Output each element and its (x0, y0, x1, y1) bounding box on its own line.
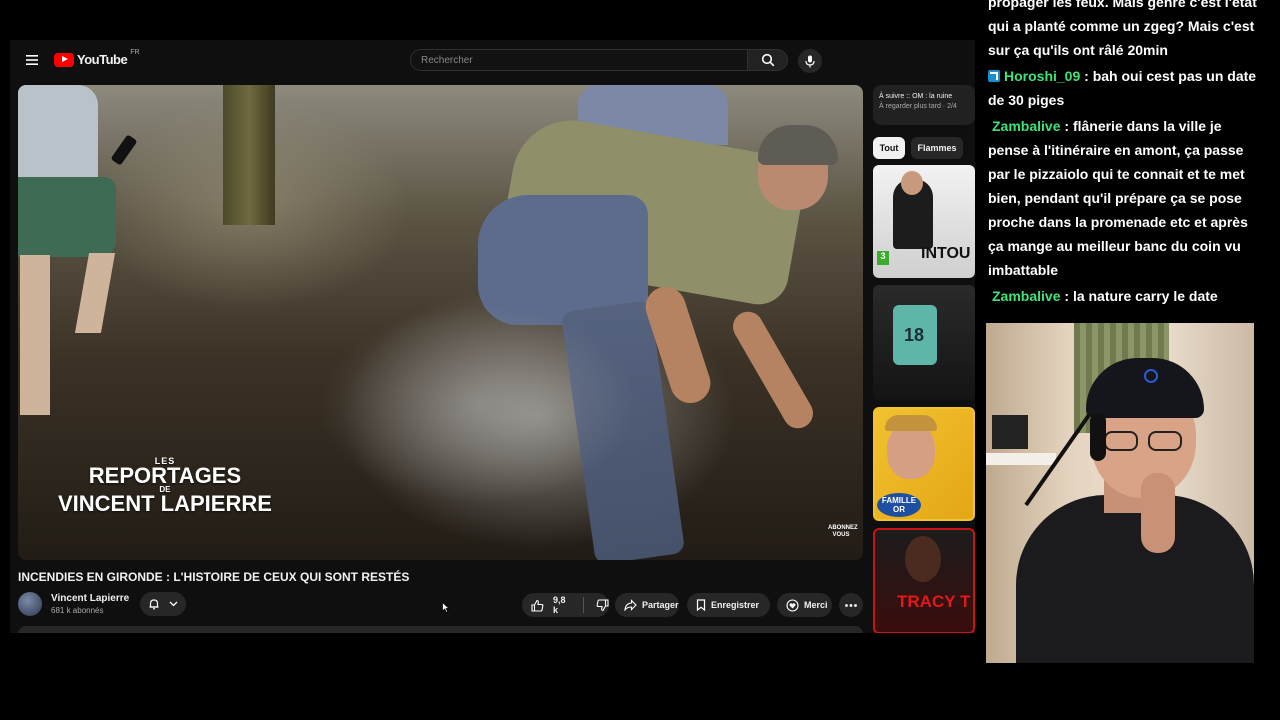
streamer-webcam (986, 323, 1254, 663)
jersey-number: 18 (904, 325, 925, 345)
subscribe-watermark[interactable]: ABONNEZ VOUS (828, 525, 858, 547)
more-actions-button[interactable] (839, 593, 863, 617)
up-next-subtitle: À regarder plus tard · 2/4 (879, 103, 957, 110)
like-count[interactable]: 9,8 k (553, 595, 570, 615)
chip-all[interactable]: Tout (873, 137, 905, 159)
channel-name[interactable]: Vincent Lapierre (51, 593, 129, 604)
recommended-thumbnail-1[interactable]: INTOU 3 (873, 165, 975, 278)
desk (986, 453, 1056, 465)
up-next-card[interactable]: À suivre :: OM : la ruine À regarder plu… (873, 85, 975, 125)
share-label: Partager (642, 600, 679, 610)
chevron-down-icon (169, 601, 178, 607)
chat-message: Zambalive : flânerie dans la ville je pe… (988, 114, 1264, 282)
recommended-thumbnail-2[interactable]: 18 (873, 285, 975, 400)
streamer-hand (1141, 473, 1175, 553)
chat-message-text: la nature carry le date (1072, 288, 1218, 304)
chat-messages: propager les feux. Mais genre c'est l'ét… (988, 0, 1264, 310)
smoke (318, 305, 638, 505)
bookmark-icon (696, 599, 706, 611)
camera-operator-leg (20, 255, 50, 415)
youtube-logo[interactable]: YouTube FR (54, 49, 140, 67)
thumb-title: INTOU (921, 245, 971, 262)
voice-search-button[interactable] (798, 49, 822, 73)
chat-separator: : (1080, 68, 1093, 84)
camera-icon (110, 134, 138, 166)
tree-trunk (223, 85, 275, 225)
mouse-cursor (442, 602, 450, 613)
thanks-button[interactable]: Merci (777, 593, 832, 617)
more-icon (845, 603, 857, 607)
camera-operator-leg-2 (74, 253, 116, 333)
glasses (1104, 431, 1184, 451)
subscriber-count: 681 k abonnés (51, 606, 104, 615)
chat-message-text: flânerie dans la ville je pense à l'itin… (988, 118, 1248, 278)
bell-icon (149, 599, 159, 610)
recommended-thumbnail-4[interactable]: TRACY T (873, 528, 975, 633)
search-icon (761, 53, 774, 67)
thanks-label: Merci (804, 600, 828, 610)
chat-message: Zambalive : la nature carry le date (988, 284, 1264, 308)
watermark-name: VINCENT LAPIERRE (58, 491, 272, 517)
video-player[interactable]: LES REPORTAGES DE VINCENT LAPIERRE ABONN… (18, 85, 863, 560)
like-dislike-group: 9,8 k (522, 593, 609, 617)
chat-username[interactable]: Zambalive (992, 118, 1060, 134)
thumb-title: TRACY T (897, 592, 971, 611)
search-button[interactable] (748, 49, 788, 71)
search-input[interactable]: Rechercher (410, 49, 748, 71)
recommended-thumbnail-3[interactable]: FAMILLE OR (873, 407, 975, 521)
glasses-lens-right (1148, 431, 1182, 451)
chat-username[interactable]: Horoshi_09 (1004, 68, 1080, 84)
glasses-lens-left (1104, 431, 1138, 451)
chat-message: Horoshi_09 : bah oui cest pas un date de… (988, 64, 1264, 112)
menu-icon[interactable] (24, 52, 40, 68)
chip-flames[interactable]: Flammes (911, 137, 963, 159)
monitor (992, 415, 1028, 449)
video-title: INCENDIES EN GIRONDE : L'HISTOIRE DE CEU… (18, 570, 410, 584)
youtube-play-icon (54, 52, 74, 67)
headphones (1090, 413, 1106, 461)
like-divider (583, 597, 584, 613)
like-icon[interactable] (531, 599, 544, 612)
thumb-number-badge: 3 (877, 251, 889, 265)
thumb-hat (885, 415, 937, 431)
dislike-icon[interactable] (596, 598, 609, 612)
thumb-person-head (901, 171, 923, 195)
share-button[interactable]: Partager (615, 593, 679, 617)
up-next-title: À suivre :: OM : la ruine (879, 93, 953, 100)
save-button[interactable]: Enregistrer (687, 593, 770, 617)
chat-separator: : (1060, 288, 1073, 304)
channel-watermark: LES REPORTAGES DE VINCENT LAPIERRE (58, 457, 272, 515)
main-person-arm-2 (727, 306, 819, 434)
cap-logo (1144, 369, 1158, 383)
chat-message: propager les feux. Mais genre c'est l'ét… (988, 0, 1264, 62)
chat-username[interactable]: Zambalive (992, 288, 1060, 304)
thanks-heart-icon (786, 598, 799, 612)
description-box[interactable] (18, 626, 863, 633)
save-label: Enregistrer (711, 600, 760, 610)
watermark-reportages: REPORTAGES (88, 462, 242, 488)
share-icon (624, 599, 637, 611)
channel-avatar[interactable] (18, 592, 42, 616)
streamer-torso (1016, 495, 1254, 663)
chat-badge-icon (988, 70, 1000, 82)
camera-operator (18, 85, 98, 185)
country-code: FR (130, 49, 140, 56)
main-person-cap (758, 125, 838, 165)
stream-chat: propager les feux. Mais genre c'est l'ét… (986, 0, 1266, 320)
chat-separator: : (1060, 118, 1073, 134)
camera-operator-shorts (18, 177, 116, 257)
chat-message-text: propager les feux. Mais genre c'est l'ét… (988, 0, 1257, 58)
microphone-icon (805, 55, 815, 67)
thumb-show-label: FAMILLE OR (877, 493, 921, 517)
notification-bell-button[interactable] (140, 592, 186, 616)
youtube-window: YouTube FR Rechercher LES REPORTAGES DE … (10, 40, 975, 633)
thumb-person (905, 536, 941, 582)
logo-text: YouTube (77, 52, 128, 67)
thumb-face (887, 423, 935, 479)
